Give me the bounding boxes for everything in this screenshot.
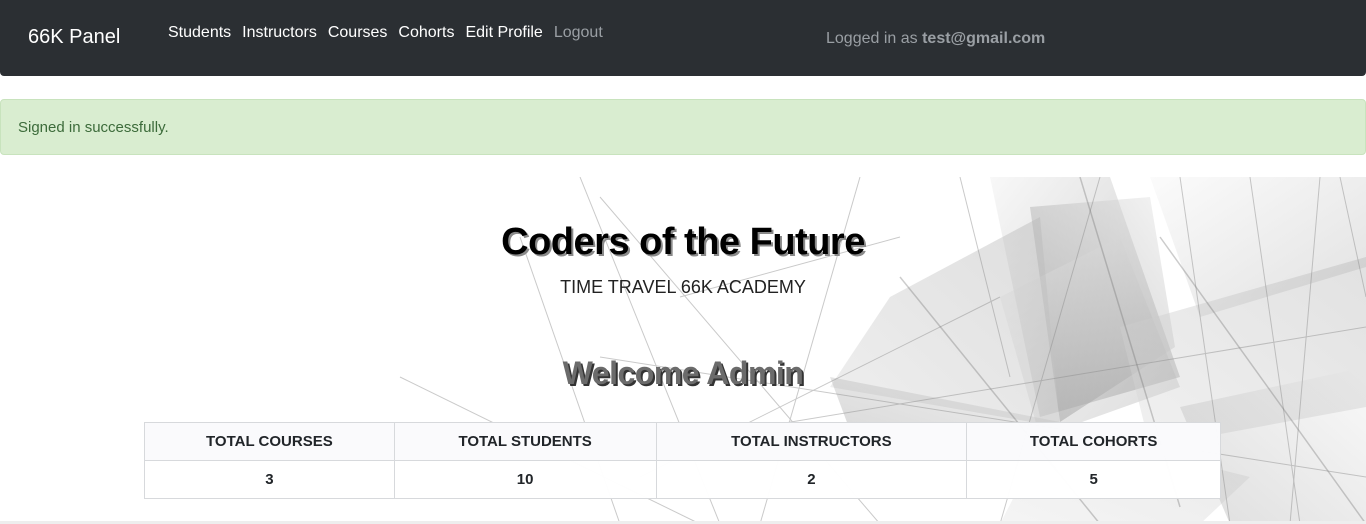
- header-total-instructors: TOTAL INSTRUCTORS: [655, 422, 968, 461]
- welcome-heading: Welcome Admin: [562, 355, 804, 391]
- header-total-students: TOTAL STUDENTS: [393, 422, 657, 461]
- table-row: 3 10 2 5: [144, 460, 1221, 499]
- logged-in-status: Logged in as test@gmail.com: [826, 30, 1045, 48]
- value-total-courses: 3: [144, 460, 395, 499]
- table-header-row: TOTAL COURSES TOTAL STUDENTS TOTAL INSTR…: [144, 422, 1221, 461]
- navbar: 66K Panel Students Instructors Courses C…: [0, 0, 1366, 76]
- nav-links: Students Instructors Courses Cohorts Edi…: [168, 24, 614, 42]
- brand-link[interactable]: 66K Panel: [28, 26, 120, 49]
- nav-link-cohorts[interactable]: Cohorts: [398, 24, 454, 42]
- nav-link-students[interactable]: Students: [168, 24, 231, 42]
- value-total-cohorts: 5: [966, 460, 1221, 499]
- success-alert: Signed in successfully.: [0, 99, 1366, 155]
- header-total-cohorts: TOTAL COHORTS: [966, 422, 1221, 461]
- nav-link-logout[interactable]: Logout: [554, 24, 603, 42]
- hero-subtitle: TIME TRAVEL 66K ACADEMY: [560, 277, 806, 297]
- nav-link-edit-profile[interactable]: Edit Profile: [465, 24, 542, 42]
- header-total-courses: TOTAL COURSES: [144, 422, 395, 461]
- value-total-students: 10: [393, 460, 657, 499]
- value-total-instructors: 2: [655, 460, 968, 499]
- nav-link-courses[interactable]: Courses: [328, 24, 388, 42]
- hero-title: Coders of the Future: [501, 221, 865, 263]
- logged-in-prefix: Logged in as: [826, 30, 918, 47]
- nav-link-instructors[interactable]: Instructors: [242, 24, 317, 42]
- stats-table: TOTAL COURSES TOTAL STUDENTS TOTAL INSTR…: [144, 422, 1221, 499]
- logged-in-user: test@gmail.com: [922, 30, 1046, 47]
- alert-message: Signed in successfully.: [18, 119, 169, 136]
